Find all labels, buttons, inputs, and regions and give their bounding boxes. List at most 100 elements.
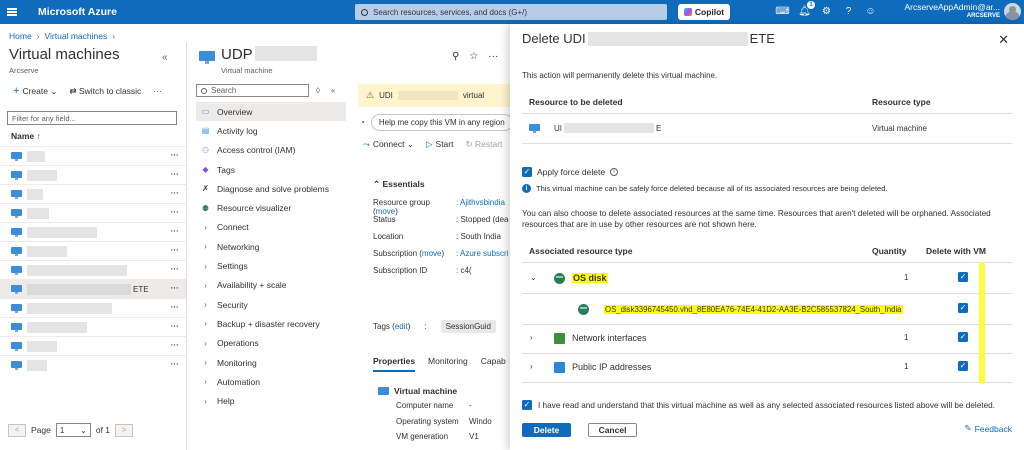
- vm-list-row[interactable]: ···: [0, 260, 186, 279]
- delete-with-vm-checkbox[interactable]: ✓: [958, 361, 968, 371]
- tab-capab[interactable]: Capab: [481, 356, 506, 372]
- collapse-panel-icon[interactable]: «: [162, 52, 168, 63]
- tags-edit-link[interactable]: edit: [395, 322, 408, 331]
- feedback-person-icon[interactable]: ☺: [864, 4, 877, 18]
- pin-icon[interactable]: ⚲: [452, 51, 459, 62]
- menu-item[interactable]: › Availability + scale: [196, 276, 346, 295]
- menu-item[interactable]: ◆ Tags: [196, 160, 346, 179]
- vm-list-row[interactable]: ···: [0, 203, 186, 222]
- next-page-button[interactable]: >: [115, 423, 134, 437]
- essentials-value[interactable]: : Ajithvsbindia: [456, 198, 505, 215]
- name-column-header[interactable]: Name ↑: [11, 131, 41, 141]
- info-icon[interactable]: i: [610, 168, 619, 176]
- row-more-icon[interactable]: ···: [170, 320, 179, 332]
- filter-input[interactable]: Filter for any field...: [7, 111, 177, 125]
- assoc-row-public-ip[interactable]: › Public IP addresses 1 ✓: [522, 353, 1012, 382]
- chevron-right-icon[interactable]: ›: [530, 362, 533, 371]
- chevron-right-icon[interactable]: ›: [530, 333, 533, 342]
- assoc-row-os-disk[interactable]: ⌄ OS disk 1 ✓: [522, 264, 1012, 293]
- force-delete-option[interactable]: ✓ Apply force delete i: [522, 167, 619, 177]
- notifications-bell-icon[interactable]: 🔔︎ 1: [798, 1, 815, 18]
- acknowledge-checkbox[interactable]: ✓: [522, 400, 532, 410]
- vm-list-row[interactable]: ···: [0, 241, 186, 260]
- cloud-shell-icon[interactable]: ⌨: [775, 4, 789, 18]
- vm-list-row[interactable]: ···: [0, 298, 186, 317]
- breadcrumb-virtual-machines[interactable]: Virtual machines: [45, 31, 108, 41]
- row-more-icon[interactable]: ···: [170, 263, 179, 275]
- row-more-icon[interactable]: ···: [170, 244, 179, 256]
- breadcrumb-home[interactable]: Home: [9, 31, 32, 41]
- menu-item[interactable]: › Help: [196, 391, 346, 410]
- resource-menu-search-input[interactable]: Search: [196, 84, 309, 97]
- avatar[interactable]: [1004, 3, 1021, 20]
- row-more-icon[interactable]: ···: [170, 149, 179, 161]
- delete-with-vm-checkbox[interactable]: ✓: [958, 332, 968, 342]
- vm-list-row[interactable]: ···: [0, 222, 186, 241]
- essentials-value[interactable]: : Azure subscri: [456, 249, 508, 266]
- row-more-icon[interactable]: ···: [170, 168, 179, 180]
- vm-list-row[interactable]: ···: [0, 146, 186, 165]
- expand-collapse-icon[interactable]: ◊: [316, 86, 320, 95]
- vm-list-row[interactable]: ···: [0, 165, 186, 184]
- assoc-row-os-disk-child[interactable]: OS_disk3396745450.vhd_8E80EA76-74E4-41D2…: [522, 295, 1012, 324]
- tab-properties[interactable]: Properties: [373, 356, 416, 372]
- more-actions-icon[interactable]: ···: [488, 51, 498, 62]
- feedback-link[interactable]: ✎ Feedback: [965, 423, 1012, 434]
- copilot-button[interactable]: Copilot: [678, 4, 730, 20]
- menu-item[interactable]: ✗ Diagnose and solve problems: [196, 179, 346, 198]
- vm-list-row-selected[interactable]: ETE ···: [0, 279, 186, 298]
- vm-list-row[interactable]: ···: [0, 184, 186, 203]
- row-more-icon[interactable]: ···: [170, 206, 179, 218]
- menu-item[interactable]: ⚉ Resource visualizer: [196, 198, 346, 217]
- essentials-heading[interactable]: ⌃ Essentials: [373, 179, 425, 190]
- global-search-input[interactable]: Search resources, services, and docs (G+…: [355, 4, 667, 20]
- menu-item[interactable]: › Automation: [196, 372, 346, 391]
- settings-gear-icon[interactable]: ⚙: [820, 4, 833, 18]
- copilot-suggestion-chip[interactable]: Help me copy this VM in any region: [370, 114, 513, 131]
- vm-list-row[interactable]: ···: [0, 355, 186, 374]
- create-button[interactable]: + Create ⌄: [13, 85, 57, 97]
- acknowledgement-option[interactable]: ✓ I have read and understand that this v…: [522, 400, 995, 410]
- menu-item[interactable]: › Networking: [196, 237, 346, 256]
- close-icon[interactable]: ✕: [998, 32, 1009, 48]
- menu-item[interactable]: › Operations: [196, 334, 346, 353]
- row-more-icon[interactable]: ···: [170, 225, 179, 237]
- previous-page-button[interactable]: <: [8, 423, 26, 437]
- menu-item[interactable]: › Backup + disaster recovery: [196, 314, 346, 333]
- menu-item[interactable]: › Settings: [196, 256, 346, 275]
- menu-item[interactable]: › Security: [196, 295, 346, 314]
- hamburger-menu-icon[interactable]: [0, 0, 24, 24]
- delete-with-vm-checkbox[interactable]: ✓: [958, 272, 968, 282]
- menu-item[interactable]: ▤ Activity log: [196, 121, 346, 140]
- help-icon[interactable]: ?: [842, 4, 855, 18]
- favorite-star-icon[interactable]: ☆: [469, 51, 478, 62]
- vm-list-row[interactable]: ···: [0, 336, 186, 355]
- cancel-button[interactable]: Cancel: [588, 423, 637, 437]
- row-more-icon[interactable]: ···: [170, 282, 179, 294]
- menu-item[interactable]: › Monitoring: [196, 353, 346, 372]
- menu-item[interactable]: ⚇ Access control (IAM): [196, 141, 346, 160]
- collapse-menu-icon[interactable]: «: [331, 86, 335, 95]
- delete-button[interactable]: Delete: [522, 423, 571, 437]
- start-button[interactable]: ▷ Start: [426, 139, 454, 150]
- tab-monitoring[interactable]: Monitoring: [428, 356, 468, 372]
- chevron-down-icon[interactable]: ⌄: [530, 273, 537, 282]
- row-more-icon[interactable]: ···: [170, 339, 179, 351]
- warning-banner[interactable]: ⚠ UDI virtual: [358, 84, 516, 107]
- row-more-icon[interactable]: ···: [170, 301, 179, 313]
- menu-item[interactable]: ▭ Overview: [196, 102, 346, 122]
- brand-label[interactable]: Microsoft Azure: [38, 6, 117, 18]
- delete-with-vm-checkbox[interactable]: ✓: [958, 303, 968, 313]
- vm-list-row[interactable]: ···: [0, 317, 186, 336]
- account-info[interactable]: ArcserveAppAdmin@ar... ARCSERVE: [904, 3, 1000, 21]
- row-more-icon[interactable]: ···: [170, 187, 179, 199]
- switch-to-classic-button[interactable]: ⇄ Switch to classic: [69, 86, 141, 97]
- menu-item[interactable]: › Connect: [196, 218, 346, 237]
- page-select[interactable]: 1 ⌄: [55, 423, 91, 437]
- force-delete-checkbox[interactable]: ✓: [522, 167, 532, 177]
- row-more-icon[interactable]: ···: [170, 358, 179, 370]
- move-link[interactable]: move: [422, 249, 442, 258]
- connect-button[interactable]: ⤳ Connect ⌄: [363, 139, 414, 150]
- restart-button[interactable]: ↻ Restart: [465, 139, 502, 150]
- more-actions-icon[interactable]: ···: [153, 86, 162, 96]
